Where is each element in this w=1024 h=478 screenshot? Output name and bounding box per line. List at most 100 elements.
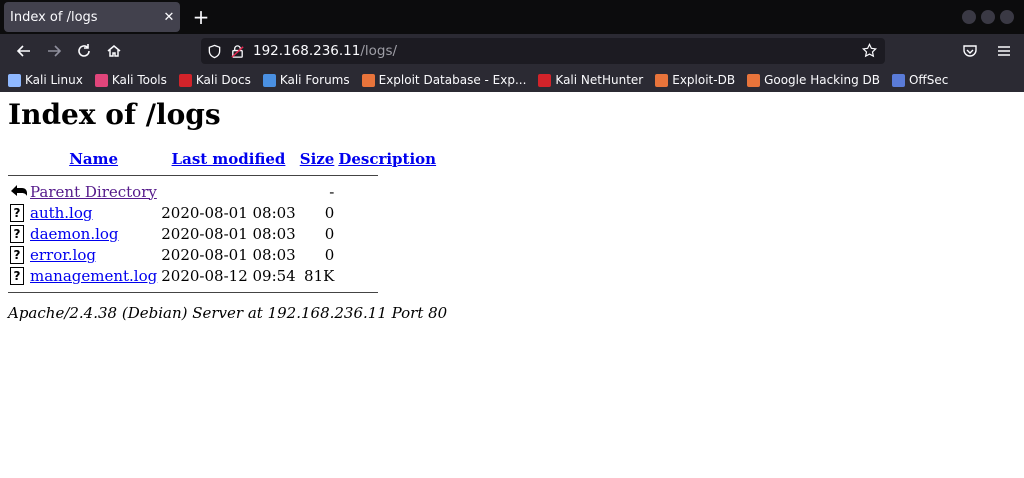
parent-modified-cell: [159, 181, 297, 202]
page-title: Index of /logs: [8, 98, 221, 131]
divider-row-bottom: [8, 286, 438, 298]
tab-active[interactable]: Index of /logs ✕: [4, 2, 180, 32]
toolbar-right: [954, 37, 1018, 65]
nav-bar: 192.168.236.11/logs/: [0, 34, 1024, 68]
hamburger-menu-icon: [998, 46, 1010, 56]
bookmark-favicon-icon: [361, 73, 375, 87]
forward-button[interactable]: [40, 37, 68, 65]
bookmark-item[interactable]: Kali Docs: [178, 73, 251, 87]
bookmark-label: Kali NetHunter: [555, 73, 644, 87]
arrow-left-icon: [16, 45, 30, 57]
divider: [8, 291, 378, 293]
reload-button[interactable]: [70, 37, 98, 65]
bookmark-favicon-icon: [538, 73, 552, 87]
file-description-cell: [336, 244, 438, 265]
file-link[interactable]: daemon.log: [30, 225, 119, 243]
close-window-button[interactable]: [1000, 10, 1014, 24]
sort-by-modified-link[interactable]: Last modified: [172, 150, 286, 168]
table-row-parent: Parent Directory -: [8, 181, 438, 202]
bookmark-label: Kali Docs: [195, 73, 251, 87]
file-modified-cell: 2020-08-01 08:03: [161, 203, 296, 222]
divider-row: [8, 169, 438, 181]
file-description-cell: [336, 223, 438, 244]
file-link[interactable]: management.log: [30, 267, 157, 285]
parent-size-cell: -: [329, 182, 335, 201]
url-bar[interactable]: 192.168.236.11/logs/: [201, 38, 885, 64]
bookmark-label: OffSec: [908, 73, 949, 87]
sort-by-name-link[interactable]: Name: [69, 150, 118, 168]
file-name-cell[interactable]: daemon.log: [28, 223, 159, 244]
bookmark-label: Kali Forums: [279, 73, 350, 87]
file-name-cell[interactable]: error.log: [28, 244, 159, 265]
file-icon-cell: ?: [8, 244, 28, 265]
file-name-cell[interactable]: auth.log: [28, 202, 159, 223]
directory-listing-page: Index of /logs Name Last modified Size D…: [0, 98, 1024, 322]
bookmark-label: Google Hacking DB: [764, 73, 880, 87]
bookmark-label: Kali Tools: [111, 73, 167, 87]
file-table: Name Last modified Size Description Pare…: [8, 149, 438, 298]
server-signature: Apache/2.4.38 (Debian) Server at 192.168…: [8, 304, 448, 322]
bookmark-star-icon[interactable]: [861, 42, 878, 62]
tab-title: Index of /logs: [10, 9, 98, 25]
window-controls: [962, 10, 1014, 24]
sort-by-description-link[interactable]: Description: [338, 150, 436, 168]
bookmark-item[interactable]: Exploit-DB: [655, 73, 735, 87]
table-row: ? daemon.log 2020-08-01 08:03 0: [8, 223, 438, 244]
unknown-file-icon: ?: [10, 204, 24, 222]
bookmark-favicon-icon: [8, 73, 21, 87]
file-modified-cell: 2020-08-01 08:03: [161, 245, 296, 264]
bookmark-item[interactable]: Kali Linux: [8, 73, 83, 87]
header-size[interactable]: Size: [298, 149, 337, 169]
file-rows: ? auth.log 2020-08-01 08:03 0? daemon.log 202…: [8, 202, 438, 286]
insecure-lock-icon[interactable]: [230, 44, 245, 59]
url-host: 192.168.236.11: [253, 43, 361, 59]
header-description[interactable]: Description: [336, 149, 438, 169]
bookmark-item[interactable]: Google Hacking DB: [747, 73, 880, 87]
file-link[interactable]: error.log: [30, 246, 96, 264]
divider: [8, 174, 378, 176]
file-modified-cell: 2020-08-01 08:03: [161, 224, 296, 243]
menu-button[interactable]: [990, 37, 1018, 65]
bookmark-favicon-icon: [747, 73, 761, 87]
bookmark-item[interactable]: OffSec: [891, 73, 949, 87]
file-size-cell: 0: [324, 245, 335, 264]
back-arrow-icon: [11, 184, 27, 196]
bookmark-favicon-icon: [94, 73, 108, 87]
minimize-button[interactable]: [962, 10, 976, 24]
parent-name-cell[interactable]: Parent Directory: [28, 181, 159, 202]
header-name[interactable]: Name: [28, 149, 159, 169]
bookmark-favicon-icon: [262, 73, 276, 87]
bookmark-label: Kali Linux: [25, 73, 83, 87]
tab-close-icon[interactable]: ✕: [158, 6, 180, 28]
parent-directory-link[interactable]: Parent Directory: [30, 183, 157, 201]
bookmark-favicon-icon: [891, 73, 905, 87]
pocket-button[interactable]: [956, 37, 984, 65]
bookmark-item[interactable]: Kali Tools: [94, 73, 167, 87]
bookmark-favicon-icon: [655, 73, 669, 87]
home-button[interactable]: [100, 37, 128, 65]
maximize-button[interactable]: [981, 10, 995, 24]
browser-chrome: Index of /logs ✕ + 192.168.236.11/logs/ …: [0, 0, 1024, 92]
file-size-cell: 81K: [304, 266, 335, 285]
file-size-cell: 0: [324, 224, 335, 243]
bookmarks-toolbar: Kali Linux Kali Tools Kali Docs Kali Forums…: [0, 68, 1024, 92]
file-link[interactable]: auth.log: [30, 204, 93, 222]
table-row: ? management.log 2020-08-12 09:54 81K: [8, 265, 438, 286]
pocket-icon: [963, 45, 977, 57]
file-description-cell: [336, 202, 438, 223]
sort-by-size-link[interactable]: Size: [300, 150, 335, 168]
bookmark-item[interactable]: Kali Forums: [262, 73, 350, 87]
file-description-cell: [336, 265, 438, 286]
parent-description-cell: [336, 181, 438, 202]
header-last-modified[interactable]: Last modified: [159, 149, 297, 169]
back-button[interactable]: [10, 37, 38, 65]
table-row: ? auth.log 2020-08-01 08:03 0: [8, 202, 438, 223]
unknown-file-icon: ?: [10, 246, 24, 264]
new-tab-button[interactable]: +: [186, 0, 216, 34]
shield-icon[interactable]: [207, 44, 222, 59]
file-name-cell[interactable]: management.log: [28, 265, 159, 286]
table-row: ? error.log 2020-08-01 08:03 0: [8, 244, 438, 265]
bookmark-item[interactable]: Kali NetHunter: [538, 73, 643, 87]
unknown-file-icon: ?: [10, 267, 24, 285]
bookmark-item[interactable]: Exploit Database - Exp...: [361, 73, 526, 87]
